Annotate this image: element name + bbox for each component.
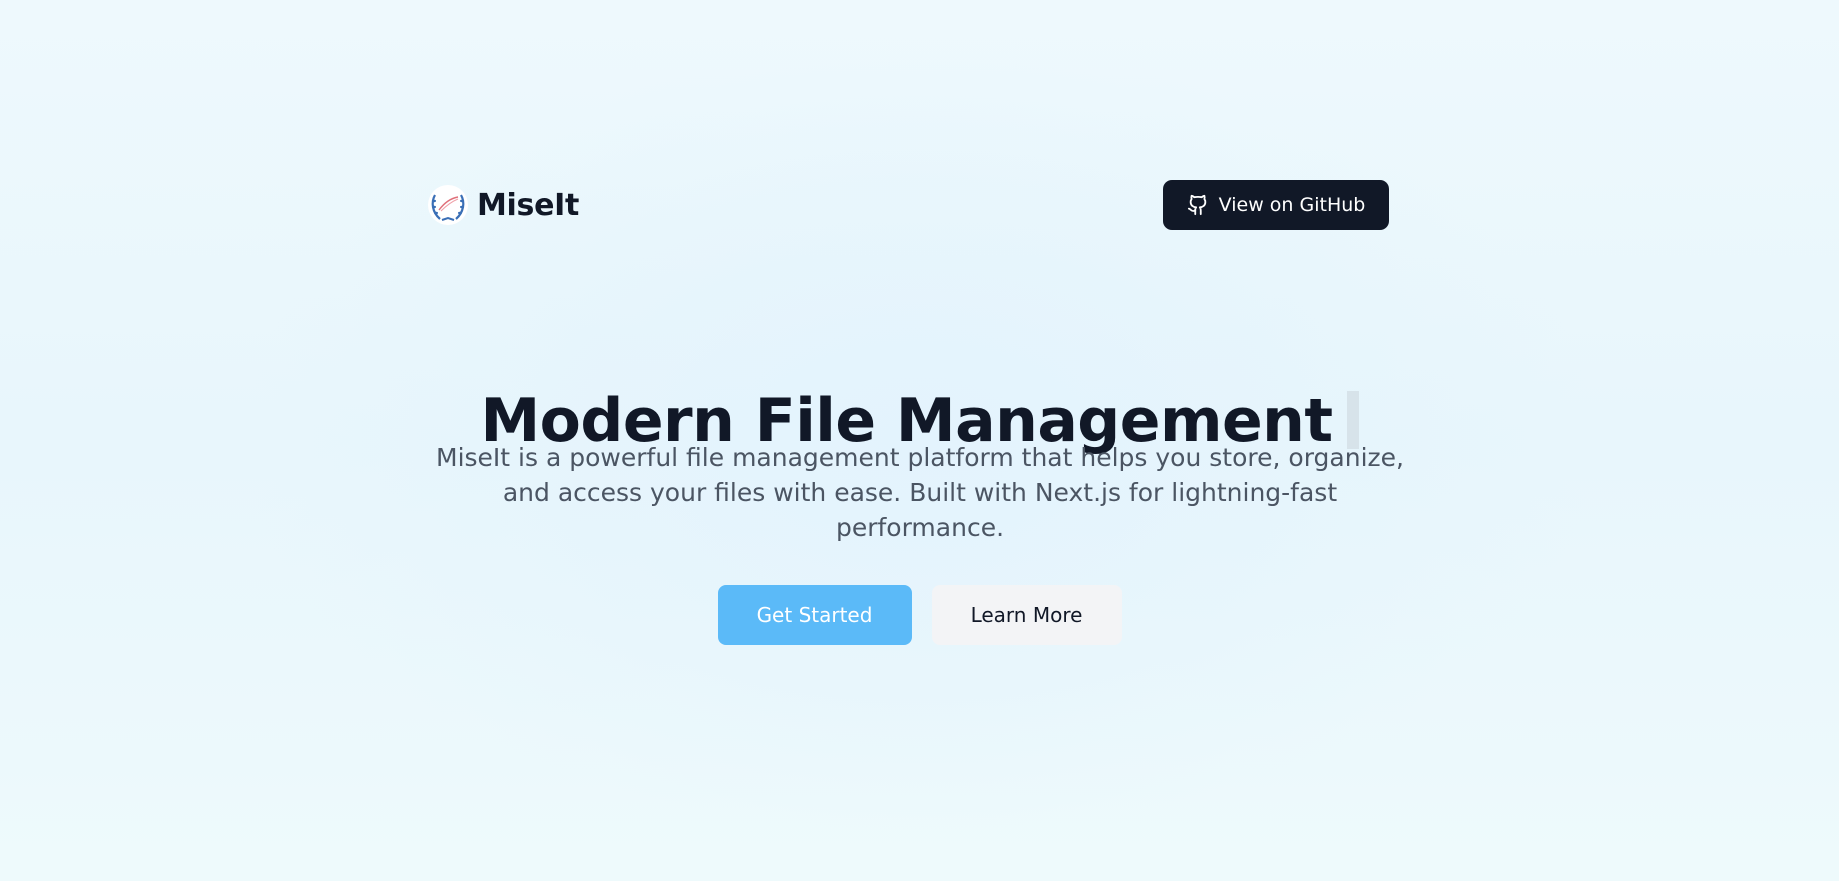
github-icon: [1187, 193, 1209, 217]
brand[interactable]: MiseIt: [428, 184, 579, 226]
hero-subtitle-line-2: and access your files with ease. Built w…: [502, 478, 1338, 507]
view-on-github-button[interactable]: View on GitHub: [1163, 180, 1389, 230]
get-started-button[interactable]: Get Started: [717, 585, 912, 645]
cta-group: Get Started Learn More: [0, 585, 1839, 645]
site-header: MiseIt View on GitHub: [428, 180, 1389, 230]
hero-subtitle: MiseIt is a powerful file management pla…: [420, 440, 1420, 545]
landing-page: MiseIt View on GitHub Modern File Manage…: [0, 0, 1839, 881]
brand-name: MiseIt: [477, 187, 580, 223]
learn-more-button[interactable]: Learn More: [931, 585, 1122, 645]
hero-subtitle-line-1: MiseIt is a powerful file management pla…: [436, 443, 1404, 472]
github-button-label: View on GitHub: [1218, 194, 1366, 216]
hero-subtitle-line-3: performance.: [835, 513, 1005, 542]
laurel-wreath-logo-icon: [428, 185, 468, 225]
